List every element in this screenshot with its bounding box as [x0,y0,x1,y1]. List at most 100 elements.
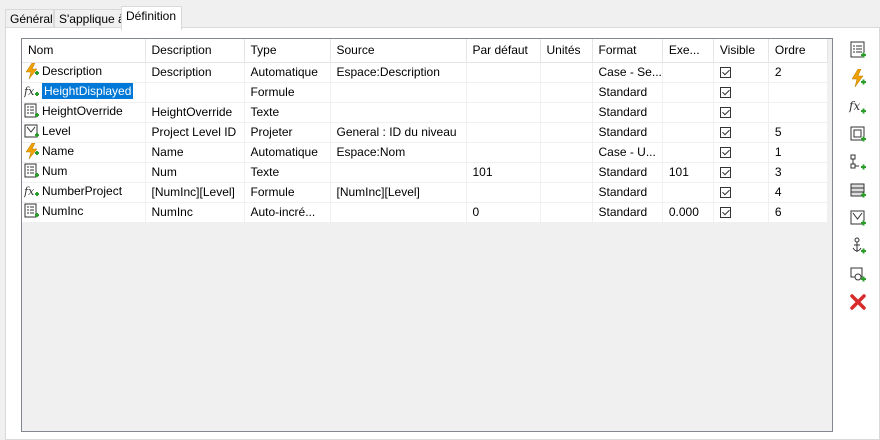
table-row[interactable]: Level Project Level ID Projeter General : I… [22,122,828,143]
cell-source[interactable] [330,82,467,103]
cell-order[interactable] [768,102,828,123]
cell-format[interactable]: Case - Se... [592,62,663,83]
cell-name[interactable]: Level [22,122,146,143]
col-header-type[interactable]: Type [244,39,331,63]
table-row[interactable]: fx HeightDisplayed Formule Standard [22,82,828,103]
cell-name[interactable]: Num [22,162,146,183]
cell-type[interactable]: Automatique [244,62,331,83]
cell-order[interactable]: 5 [768,122,828,143]
cell-source[interactable] [330,202,467,223]
cell-source[interactable]: Espace:Nom [330,142,467,163]
cell-exe[interactable] [662,142,714,163]
cell-description[interactable]: HeightOverride [145,102,245,123]
cell-format[interactable]: Standard [592,182,663,203]
visible-checkbox[interactable] [719,67,731,79]
cell-default[interactable]: 101 [466,162,541,183]
col-header-order[interactable]: Ordre [768,39,828,63]
cell-name[interactable]: Description [22,62,146,83]
table-row[interactable]: HeightOverride HeightOverride Texte Standar… [22,102,828,123]
cell-units[interactable] [540,102,593,123]
add-location-property-button[interactable] [847,151,869,173]
col-header-description[interactable]: Description [145,39,245,63]
cell-units[interactable] [540,182,593,203]
col-header-source[interactable]: Source [330,39,467,63]
add-formula-property-button[interactable]: fx [847,95,869,117]
cell-description[interactable]: Description [145,62,245,83]
cell-source[interactable]: [NumInc][Level] [330,182,467,203]
cell-description[interactable]: Project Level ID [145,122,245,143]
cell-format[interactable]: Standard [592,102,663,123]
cell-source[interactable] [330,162,467,183]
col-header-format[interactable]: Format [592,39,663,63]
cell-exe[interactable] [662,102,714,123]
cell-description[interactable]: NumInc [145,202,245,223]
visible-checkbox[interactable] [719,107,731,119]
cell-type[interactable]: Automatique [244,142,331,163]
cell-units[interactable] [540,122,593,143]
cell-format[interactable]: Standard [592,122,663,143]
tab-general[interactable]: Général [5,9,54,29]
cell-default[interactable] [466,82,541,103]
cell-default[interactable] [466,142,541,163]
cell-default[interactable]: 0 [466,202,541,223]
visible-checkbox[interactable] [719,167,731,179]
cell-source[interactable]: Espace:Description [330,62,467,83]
cell-format[interactable]: Standard [592,202,663,223]
cell-name[interactable]: Name [22,142,146,163]
cell-exe[interactable]: 0.000 [662,202,714,223]
add-anchor-property-button[interactable] [847,235,869,257]
add-reference-property-button[interactable] [847,263,869,285]
visible-checkbox[interactable] [719,147,731,159]
cell-default[interactable] [466,122,541,143]
table-row[interactable]: Num Num Texte 101 Standard 101 3 [22,162,828,183]
cell-default[interactable] [466,102,541,123]
cell-type[interactable]: Texte [244,102,331,123]
cell-units[interactable] [540,202,593,223]
cell-description[interactable]: Num [145,162,245,183]
delete-property-button[interactable] [847,291,869,313]
cell-exe[interactable] [662,62,714,83]
cell-name[interactable]: fx NumberProject [22,182,146,203]
visible-checkbox[interactable] [719,187,731,199]
cell-type[interactable]: Texte [244,162,331,183]
col-header-default[interactable]: Par défaut [466,39,541,63]
cell-units[interactable] [540,162,593,183]
cell-default[interactable] [466,62,541,83]
cell-format[interactable]: Case - U... [592,142,663,163]
cell-order[interactable]: 1 [768,142,828,163]
cell-type[interactable]: Auto-incré... [244,202,331,223]
col-header-name[interactable]: Nom [22,39,146,63]
cell-format[interactable]: Standard [592,162,663,183]
cell-order[interactable] [768,82,828,103]
cell-type[interactable]: Formule [244,182,331,203]
cell-units[interactable] [540,142,593,163]
cell-units[interactable] [540,82,593,103]
cell-description[interactable]: [NumInc][Level] [145,182,245,203]
add-classification-property-button[interactable] [847,179,869,201]
col-header-visible[interactable]: Visible [713,39,769,63]
table-row[interactable]: Description Description Automatique Espace:… [22,62,828,83]
cell-description[interactable]: Name [145,142,245,163]
col-header-exe[interactable]: Exe... [662,39,714,63]
cell-order[interactable]: 4 [768,182,828,203]
table-row[interactable]: NumInc NumInc Auto-incré... 0 Standard 0.000 6 [22,202,828,223]
add-automatic-property-button[interactable] [847,67,869,89]
add-project-property-button[interactable] [847,207,869,229]
cell-source[interactable] [330,102,467,123]
cell-type[interactable]: Projeter [244,122,331,143]
cell-format[interactable]: Standard [592,82,663,103]
visible-checkbox[interactable] [719,87,731,99]
cell-order[interactable]: 3 [768,162,828,183]
cell-name[interactable]: HeightOverride [22,102,146,123]
cell-description[interactable] [145,82,245,103]
cell-default[interactable] [466,182,541,203]
cell-units[interactable] [540,62,593,83]
add-graphic-property-button[interactable] [847,123,869,145]
table-row[interactable]: fx NumberProject [NumInc][Level] Formule [Nu… [22,182,828,203]
tab-definition[interactable]: Définition [121,6,182,30]
cell-exe[interactable] [662,182,714,203]
cell-source[interactable]: General : ID du niveau [330,122,467,143]
col-header-units[interactable]: Unités [540,39,593,63]
cell-name[interactable]: NumInc [22,202,146,223]
cell-exe[interactable]: 101 [662,162,714,183]
